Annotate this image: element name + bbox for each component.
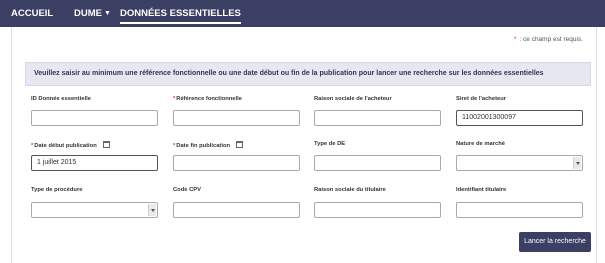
search-button[interactable]: Lancer la recherche [519, 232, 591, 252]
select-arrow-icon [573, 157, 581, 169]
calendar-icon[interactable] [102, 141, 110, 148]
top-navbar: ACCUEIL DUME ▼ DONNÉES ESSENTIELLES [0, 0, 605, 27]
calendar-icon[interactable] [236, 141, 244, 148]
required-star: * [513, 36, 517, 43]
label-raison-titulaire: Raison sociale du titulaire [314, 187, 386, 193]
siret-acheteur-input[interactable]: 11002001300097 [456, 110, 583, 126]
nav-donnees-essentielles[interactable]: DONNÉES ESSENTIELLES [120, 0, 241, 24]
caret-down-icon: ▼ [103, 10, 111, 17]
label-ref-fonctionnelle: *Référence fonctionnelle [173, 96, 242, 102]
type-procedure-select[interactable] [31, 202, 158, 218]
label-nature-marche: Nature de marché [456, 141, 505, 147]
raison-titulaire-input[interactable] [314, 202, 441, 218]
info-banner: Veuillez saisir au minimum une référence… [25, 62, 591, 86]
select-arrow-icon [148, 204, 156, 216]
nature-marche-select[interactable] [456, 155, 583, 171]
raison-acheteur-input[interactable] [314, 110, 441, 126]
label-code-cpv: Code CPV [173, 187, 202, 193]
nav-dume[interactable]: DUME ▼ [74, 0, 111, 27]
label-identifiant-titulaire: Identifiant titulaire [456, 187, 507, 193]
label-raison-acheteur: Raison sociale de l'acheteur [314, 96, 392, 102]
identifiant-titulaire-input[interactable] [456, 202, 583, 218]
label-id-donnee: ID Donnée essentielle [31, 96, 91, 102]
nav-accueil[interactable]: ACCUEIL [11, 0, 53, 27]
ref-fonctionnelle-input[interactable] [173, 110, 300, 126]
id-donnee-input[interactable] [31, 110, 158, 126]
label-date-fin: *Date fin publication [173, 141, 244, 149]
type-de-input[interactable] [314, 155, 441, 171]
required-note: *: ce champ est requis. [513, 36, 583, 43]
label-date-debut: *Date début publication [31, 141, 110, 149]
date-fin-input[interactable] [173, 155, 300, 171]
date-debut-input[interactable]: 1 juillet 2015 [31, 155, 158, 171]
label-type-procedure: Type de procédure [31, 187, 83, 193]
label-siret-acheteur: Siret de l'acheteur [456, 96, 507, 102]
label-type-de: Type de DE [314, 141, 346, 147]
code-cpv-input[interactable] [173, 202, 300, 218]
